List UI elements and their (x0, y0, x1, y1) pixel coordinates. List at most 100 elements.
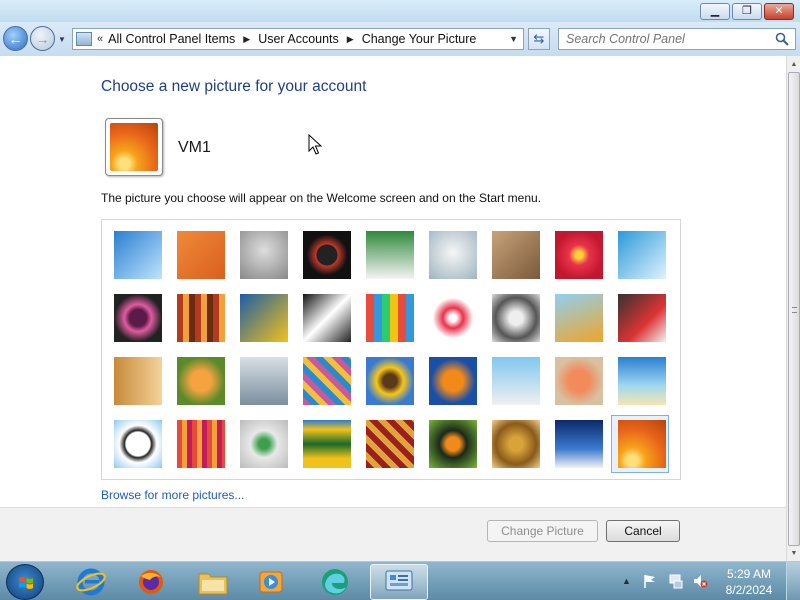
close-icon: ✕ (774, 5, 784, 17)
volume-muted-icon[interactable] (692, 573, 708, 589)
scroll-down-icon[interactable]: ▼ (788, 546, 800, 560)
picture-tile[interactable] (366, 420, 414, 468)
minimize-button[interactable]: ▁ (700, 3, 730, 20)
search-icon[interactable] (775, 32, 789, 46)
picture-tile[interactable] (555, 357, 603, 405)
search-input[interactable] (559, 32, 759, 46)
show-hidden-icons-icon[interactable]: ▲ (622, 576, 631, 586)
picture-tile[interactable] (177, 357, 225, 405)
picture-tile[interactable] (366, 357, 414, 405)
cancel-button[interactable]: Cancel (606, 520, 680, 542)
content-pane: Choose a new picture for your account VM… (0, 56, 786, 561)
picture-tile[interactable] (114, 420, 162, 468)
windows-logo-icon (19, 577, 33, 589)
breadcrumb-user-accounts[interactable]: User Accounts (258, 32, 339, 46)
picture-tile[interactable] (240, 357, 288, 405)
picture-tile[interactable] (618, 294, 666, 342)
taskbar: ▲ 5:29 AM 8/2/2024 (0, 561, 800, 600)
search-box[interactable] (558, 28, 796, 50)
picture-tile[interactable] (240, 231, 288, 279)
picture-tile[interactable] (555, 420, 603, 468)
back-button[interactable]: ← (3, 26, 28, 51)
grip-icon (792, 307, 797, 313)
maximize-button[interactable]: ❐ (732, 3, 762, 20)
picture-tile[interactable] (429, 294, 477, 342)
picture-tile[interactable] (366, 231, 414, 279)
firefox-icon (139, 570, 163, 594)
picture-tile[interactable] (303, 231, 351, 279)
show-desktop-button[interactable] (786, 562, 800, 600)
chevron-right-icon[interactable]: ▶ (347, 34, 354, 45)
clock-date: 8/2/2024 (725, 583, 773, 597)
mouse-cursor-icon (308, 134, 322, 155)
taskbar-firefox[interactable] (122, 564, 180, 600)
close-button[interactable]: ✕ (764, 3, 794, 20)
account-picture (105, 118, 163, 176)
minimize-icon: ▁ (710, 5, 720, 17)
picture-tile[interactable] (177, 420, 225, 468)
action-center-flag-icon[interactable] (642, 573, 658, 589)
picture-description: The picture you choose will appear on th… (101, 191, 542, 205)
picture-tile[interactable] (492, 231, 540, 279)
address-bar[interactable]: « All Control Panel Items ▶ User Account… (72, 28, 524, 50)
forward-button[interactable]: → (30, 26, 55, 51)
forward-arrow-icon: → (35, 30, 50, 47)
picture-tile[interactable] (240, 420, 288, 468)
page-title: Choose a new picture for your account (101, 78, 367, 95)
chevron-down-icon[interactable]: ▼ (509, 34, 518, 44)
picture-tile[interactable] (303, 420, 351, 468)
breadcrumb-change-your-picture[interactable]: Change Your Picture (362, 32, 477, 46)
internet-explorer-icon (76, 568, 106, 596)
breadcrumb-all-control-panel-items[interactable]: All Control Panel Items (108, 32, 235, 46)
change-picture-button[interactable]: Change Picture (487, 520, 598, 542)
start-button[interactable] (6, 564, 44, 600)
refresh-icon: ⇆ (533, 31, 545, 46)
recent-pages-dropdown[interactable]: ▼ (58, 35, 66, 44)
picture-grid (101, 219, 681, 480)
control-panel-icon (385, 570, 413, 591)
picture-tile[interactable] (492, 294, 540, 342)
picture-tile[interactable] (492, 420, 540, 468)
taskbar-control-panel[interactable] (370, 564, 428, 600)
picture-tile[interactable] (618, 231, 666, 279)
picture-tile[interactable] (366, 294, 414, 342)
chevron-left-icon[interactable]: « (97, 33, 103, 45)
refresh-button[interactable]: ⇆ (528, 28, 550, 50)
taskbar-media-player[interactable] (242, 564, 300, 600)
vertical-scrollbar[interactable]: ▲ ▼ (786, 56, 800, 561)
system-clock[interactable]: 5:29 AM 8/2/2024 (720, 566, 778, 598)
scrollbar-thumb[interactable] (788, 72, 800, 546)
picture-tile[interactable] (177, 294, 225, 342)
control-panel-icon (76, 32, 92, 46)
picture-tile[interactable] (429, 420, 477, 468)
back-arrow-icon: ← (8, 30, 23, 47)
scroll-up-icon[interactable]: ▲ (788, 57, 800, 71)
picture-tile[interactable] (303, 357, 351, 405)
restore-icon: ❐ (742, 5, 752, 17)
network-icon[interactable] (668, 573, 684, 589)
picture-tile[interactable] (240, 294, 288, 342)
taskbar-internet-explorer[interactable] (62, 564, 120, 600)
picture-tile[interactable] (114, 294, 162, 342)
picture-tile[interactable] (555, 231, 603, 279)
picture-tile[interactable] (555, 294, 603, 342)
footer-bar: Change Picture Cancel (0, 508, 786, 561)
picture-tile[interactable] (429, 231, 477, 279)
picture-tile[interactable] (177, 231, 225, 279)
taskbar-windows-explorer[interactable] (184, 564, 242, 600)
folder-icon (198, 573, 228, 595)
picture-tile[interactable] (114, 231, 162, 279)
edge-icon (322, 569, 348, 595)
clock-time: 5:29 AM (726, 567, 772, 581)
navigation-bar: ← → ▼ « All Control Panel Items ▶ User A… (0, 22, 800, 56)
media-player-icon (259, 571, 283, 593)
taskbar-edge[interactable] (306, 564, 364, 600)
chevron-right-icon[interactable]: ▶ (243, 34, 250, 45)
picture-tile[interactable] (114, 357, 162, 405)
browse-more-pictures-link[interactable]: Browse for more pictures... (101, 488, 244, 502)
picture-tile[interactable] (303, 294, 351, 342)
picture-tile[interactable] (618, 357, 666, 405)
picture-tile[interactable] (618, 420, 666, 468)
picture-tile[interactable] (492, 357, 540, 405)
picture-tile[interactable] (429, 357, 477, 405)
